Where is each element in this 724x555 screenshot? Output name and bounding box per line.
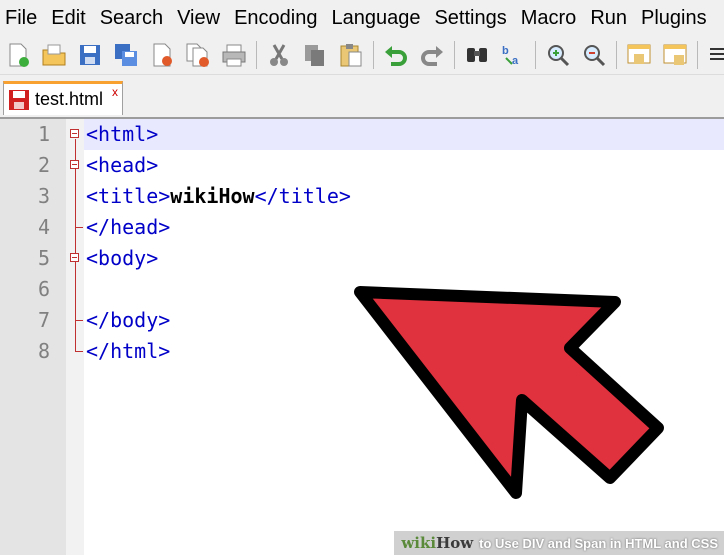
text-content: wikiHow — [170, 184, 255, 208]
paste-icon[interactable] — [336, 40, 366, 70]
watermark-how: How — [436, 534, 474, 552]
undo-icon[interactable] — [381, 40, 411, 70]
toolbar-separator — [697, 41, 698, 69]
replace-icon[interactable]: ba — [498, 40, 528, 70]
html-tag: <title> — [86, 184, 171, 208]
html-tag: </html> — [86, 339, 171, 363]
find-icon[interactable] — [462, 40, 492, 70]
toolbar-separator — [535, 41, 536, 69]
watermark-text: to Use DIV and Span in HTML and CSS — [479, 535, 718, 551]
redo-icon[interactable] — [417, 40, 447, 70]
line-number: 2 — [37, 153, 50, 177]
menu-settings[interactable]: Settings — [428, 0, 514, 36]
line-number: 3 — [37, 184, 50, 208]
code-line: <head> — [86, 150, 158, 181]
save-icon[interactable] — [75, 40, 105, 70]
menu-encoding[interactable]: Encoding — [228, 0, 325, 36]
line-number: 4 — [37, 215, 50, 239]
menu-search[interactable]: Search — [94, 0, 171, 36]
open-file-icon[interactable] — [39, 40, 69, 70]
fold-collapse-icon[interactable] — [70, 129, 79, 138]
html-tag: <html> — [86, 122, 159, 146]
watermark: wiki How to Use DIV and Span in HTML and… — [394, 531, 724, 555]
current-line-highlight — [84, 119, 724, 150]
zoom-out-icon[interactable] — [579, 40, 609, 70]
code-line: <html> — [86, 119, 158, 150]
code-line: </head> — [86, 212, 170, 243]
close-all-icon[interactable] — [183, 40, 213, 70]
menu-file[interactable]: File — [0, 0, 45, 36]
line-number: 6 — [37, 277, 50, 301]
copy-icon[interactable] — [300, 40, 330, 70]
line-number: 1 — [37, 122, 50, 146]
tab-label: test.html — [35, 89, 104, 109]
sync-horizontal-icon[interactable] — [660, 40, 690, 70]
close-tab-icon[interactable]: x — [112, 86, 118, 98]
tab-bar: test.html x — [0, 75, 724, 119]
sync-vertical-icon[interactable] — [624, 40, 654, 70]
code-line: <body> — [86, 243, 158, 274]
menu-macro[interactable]: Macro — [515, 0, 585, 36]
line-number: 7 — [37, 308, 50, 332]
zoom-in-icon[interactable] — [543, 40, 573, 70]
html-tag: </head> — [86, 215, 171, 239]
tab-test-html[interactable]: test.html x — [3, 81, 123, 115]
line-number-gutter: 1 2 3 4 5 6 7 8 — [0, 119, 66, 555]
toolbar-separator — [256, 41, 257, 69]
toolbar-separator — [454, 41, 455, 69]
save-all-icon[interactable] — [111, 40, 141, 70]
menu-view[interactable]: View — [171, 0, 228, 36]
menu-plugins[interactable]: Plugins — [635, 0, 715, 36]
html-tag: </title> — [254, 184, 351, 208]
close-icon[interactable] — [147, 40, 177, 70]
code-line: </html> — [86, 336, 170, 367]
svg-text:a: a — [512, 55, 519, 67]
fold-end-marker — [75, 320, 83, 321]
html-tag: </body> — [86, 308, 171, 332]
fold-collapse-icon[interactable] — [70, 253, 79, 262]
watermark-wiki: wiki — [401, 534, 437, 552]
line-number: 5 — [37, 246, 50, 270]
save-icon — [9, 89, 29, 110]
word-wrap-icon[interactable] — [705, 40, 724, 70]
toolbar-separator — [373, 41, 374, 69]
toolbar: ba — [0, 36, 724, 75]
menu-bar: File Edit Search View Encoding Language … — [0, 0, 724, 36]
fold-end-marker — [75, 227, 83, 228]
menu-language[interactable]: Language — [325, 0, 428, 36]
code-line: <title>wikiHow</title> — [86, 181, 351, 212]
html-tag: <body> — [86, 246, 159, 270]
toolbar-separator — [616, 41, 617, 69]
fold-collapse-icon[interactable] — [70, 160, 79, 169]
new-file-icon[interactable] — [3, 40, 33, 70]
pointer-arrow-icon — [354, 286, 664, 499]
print-icon[interactable] — [219, 40, 249, 70]
code-line: </body> — [86, 305, 170, 336]
menu-run[interactable]: Run — [584, 0, 635, 36]
cut-icon[interactable] — [264, 40, 294, 70]
svg-text:b: b — [502, 45, 509, 57]
line-number: 8 — [37, 339, 50, 363]
menu-edit[interactable]: Edit — [45, 0, 93, 36]
html-tag: <head> — [86, 153, 159, 177]
fold-end-marker — [75, 351, 83, 352]
